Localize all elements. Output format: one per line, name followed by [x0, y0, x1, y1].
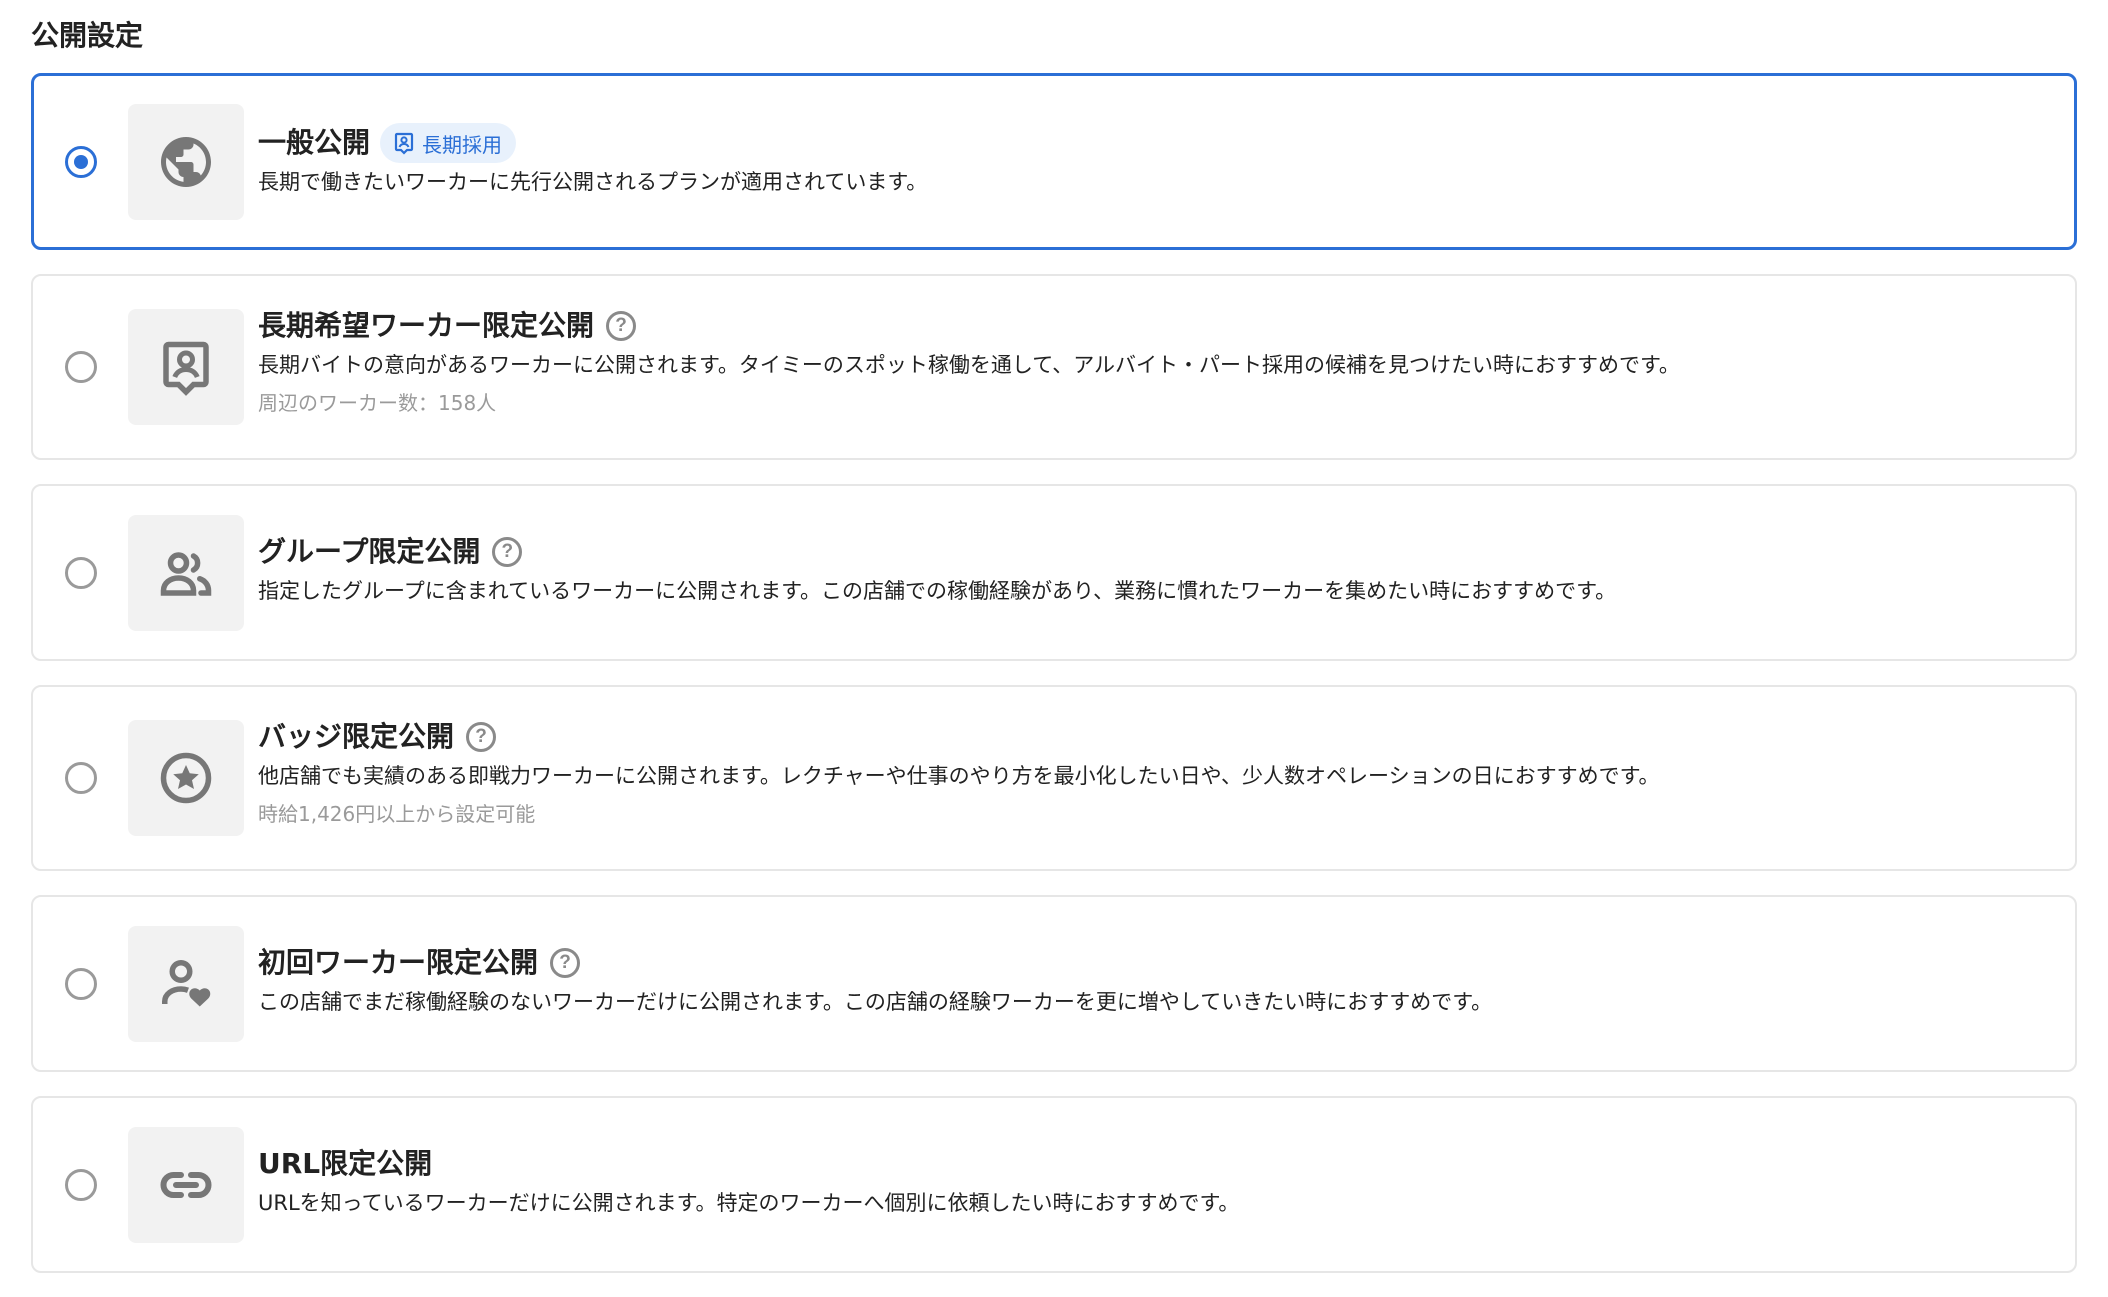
option-note: 周辺のワーカー数：158人 [258, 391, 497, 415]
globe-icon [128, 103, 244, 220]
section-title: 公開設定 [31, 19, 144, 52]
option-description: 長期で働きたいワーカーに先行公開されるプランが適用されています。 [258, 170, 928, 194]
person-heart-icon [128, 925, 244, 1042]
option-group-limited[interactable]: グループ限定公開 ? 指定したグループに含まれているワーカーに公開されます。この… [31, 484, 2077, 661]
radio-url-limited[interactable] [65, 1168, 97, 1201]
option-title: バッジ限定公開 [258, 720, 455, 753]
radio-selected-dot [74, 154, 88, 169]
link-icon [128, 1126, 244, 1243]
option-title: 初回ワーカー限定公開 [258, 946, 539, 979]
option-description: 長期バイトの意向があるワーカーに公開されます。タイミーのスポット稼働を通して、ア… [258, 353, 1680, 377]
option-note: 時給1,426円以上から設定可能 [258, 802, 536, 826]
worker-id-icon [128, 309, 244, 425]
option-description: 指定したグループに含まれているワーカーに公開されます。この店舗での稼働経験があり… [258, 579, 1617, 603]
option-general-public[interactable]: 一般公開 長期採用 長期で働きたいワーカーに先行公開されるプランが適用されていま… [31, 73, 2077, 250]
option-title: 長期希望ワーカー限定公開 [258, 309, 595, 342]
star-badge-icon [128, 720, 244, 836]
help-icon[interactable]: ? [492, 537, 523, 567]
visibility-options: 一般公開 長期採用 長期で働きたいワーカーに先行公開されるプランが適用されていま… [31, 73, 2077, 1297]
help-icon[interactable]: ? [466, 722, 497, 752]
option-badge-limited[interactable]: バッジ限定公開 ? 他店舗でも実績のある即戦力ワーカーに公開されます。レクチャー… [31, 685, 2077, 871]
option-description: この店舗でまだ稼働経験のないワーカーだけに公開されます。この店舗の経験ワーカーを… [258, 990, 1493, 1014]
radio-first-time-workers[interactable] [65, 967, 97, 1000]
group-icon [128, 514, 244, 631]
option-url-limited[interactable]: URL限定公開 URLを知っているワーカーだけに公開されます。特定のワーカーへ個… [31, 1096, 2077, 1273]
worker-id-icon [394, 132, 414, 155]
radio-long-term-workers[interactable] [65, 351, 97, 383]
help-icon[interactable]: ? [550, 948, 581, 978]
option-title: URL限定公開 [258, 1147, 433, 1180]
badge-label: 長期採用 [422, 132, 503, 157]
radio-group-limited[interactable] [65, 556, 97, 589]
option-title: 一般公開 [258, 126, 371, 159]
option-long-term-workers[interactable]: 長期希望ワーカー限定公開 ? 長期バイトの意向があるワーカーに公開されます。タイ… [31, 274, 2077, 460]
option-title: グループ限定公開 [258, 535, 481, 568]
help-icon[interactable]: ? [606, 311, 637, 341]
radio-general-public[interactable] [65, 145, 97, 178]
option-description: URLを知っているワーカーだけに公開されます。特定のワーカーへ個別に依頼したい時… [258, 1191, 1240, 1215]
long-term-badge: 長期採用 [380, 123, 517, 163]
option-description: 他店舗でも実績のある即戦力ワーカーに公開されます。レクチャーや仕事のやり方を最小… [258, 764, 1660, 788]
radio-badge-limited[interactable] [65, 762, 97, 794]
option-first-time-workers[interactable]: 初回ワーカー限定公開 ? この店舗でまだ稼働経験のないワーカーだけに公開されます… [31, 895, 2077, 1072]
